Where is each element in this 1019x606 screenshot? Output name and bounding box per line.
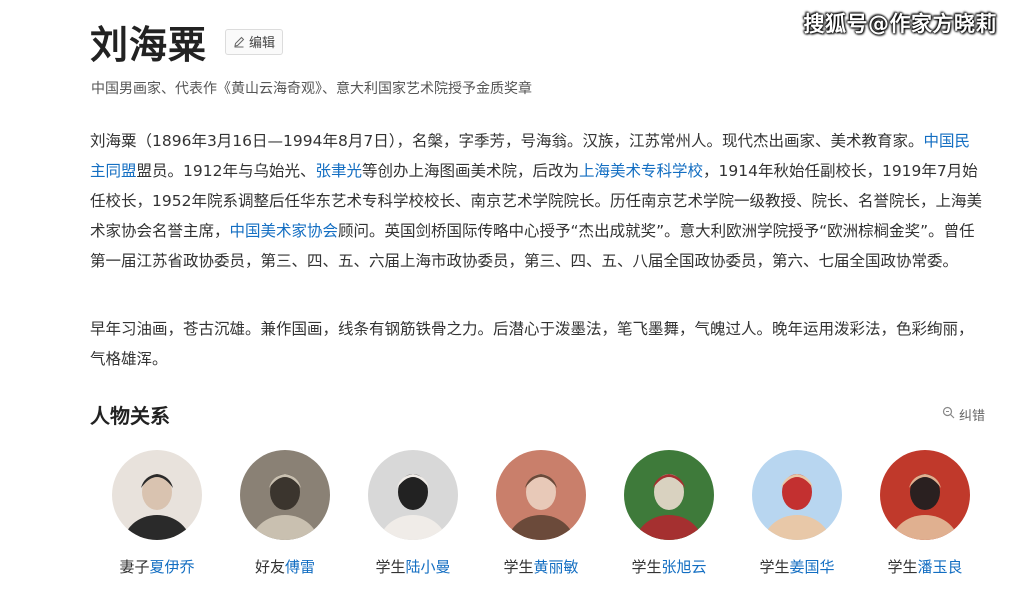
subtitle: 中国男画家、代表作《黄山云海奇观》、意大利国家艺术院授予金质奖章 [91,81,532,97]
page-header: 刘海粟 编辑 [90,14,284,69]
avatar [880,450,970,540]
person-card[interactable]: 学生姜国华 [742,450,852,577]
person-name[interactable]: 张旭云 [662,558,707,576]
person-name[interactable]: 姜国华 [790,558,835,576]
person-card[interactable]: 学生黄丽敏 [486,450,596,577]
biography-paragraph: 刘海粟（1896年3月16日—1994年8月7日），名槃，字季芳，号海翁。汉族，… [90,126,982,276]
person-card[interactable]: 好友傅雷 [230,450,340,577]
report-error-button[interactable]: 纠错 [942,405,985,424]
person-name[interactable]: 黄丽敏 [534,558,579,576]
person-name[interactable]: 傅雷 [285,558,315,576]
avatar [240,450,330,540]
pencil-icon [233,36,245,48]
person-card[interactable]: 妻子夏伊乔 [102,450,212,577]
relations-list: 妻子夏伊乔 好友傅雷 学生陆小曼 学生黄丽敏 学生张旭云 学生姜国华 学生潘玉良 [102,450,982,600]
person-name[interactable]: 陆小曼 [406,558,451,576]
edit-button[interactable]: 编辑 [225,28,284,55]
relation-label: 学生 [759,558,790,576]
person-card[interactable]: 学生潘玉良 [870,450,980,577]
person-caption: 学生陆小曼 [358,556,468,577]
person-caption: 学生潘玉良 [870,556,980,577]
person-caption: 学生姜国华 [742,556,852,577]
link-zhang-yuguang[interactable]: 张聿光 [315,162,362,180]
person-caption: 妻子夏伊乔 [102,556,212,577]
watermark: 搜狐号@作家方晓莉 [803,12,997,36]
style-paragraph: 早年习油画，苍古沉雄。兼作国画，线条有钢筋铁骨之力。后潜心于泼墨法，笔飞墨舞，气… [90,320,974,368]
link-shanghai-art-school[interactable]: 上海美术专科学校 [579,162,703,180]
person-caption: 好友傅雷 [230,556,340,577]
relation-label: 好友 [254,558,285,576]
link-china-artists-association[interactable]: 中国美术家协会 [230,222,339,240]
page-title: 刘海粟 [90,23,208,67]
edit-label: 编辑 [249,36,276,51]
relation-label: 学生 [887,558,918,576]
avatar [368,450,458,540]
relations-title: 人物关系 [90,404,170,428]
report-icon [942,406,955,423]
avatar [112,450,202,540]
relation-label: 学生 [375,558,406,576]
report-label: 纠错 [958,409,985,424]
person-name[interactable]: 潘玉良 [918,558,963,576]
avatar [624,450,714,540]
relation-label: 学生 [503,558,534,576]
person-card[interactable]: 学生张旭云 [614,450,724,577]
avatar [496,450,586,540]
relation-label: 妻子 [119,558,150,576]
relation-label: 学生 [631,558,662,576]
bio-text: 等创办上海图画美术院，后改为 [361,162,579,180]
person-caption: 学生黄丽敏 [486,556,596,577]
person-name[interactable]: 夏伊乔 [150,558,195,576]
avatar [752,450,842,540]
bio-text: 刘海粟（1896年3月16日—1994年8月7日），名槃，字季芳，号海翁。汉族，… [90,132,924,150]
bio-text: 盟员。1912年与乌始光、 [136,162,316,180]
person-caption: 学生张旭云 [614,556,724,577]
person-card[interactable]: 学生陆小曼 [358,450,468,577]
